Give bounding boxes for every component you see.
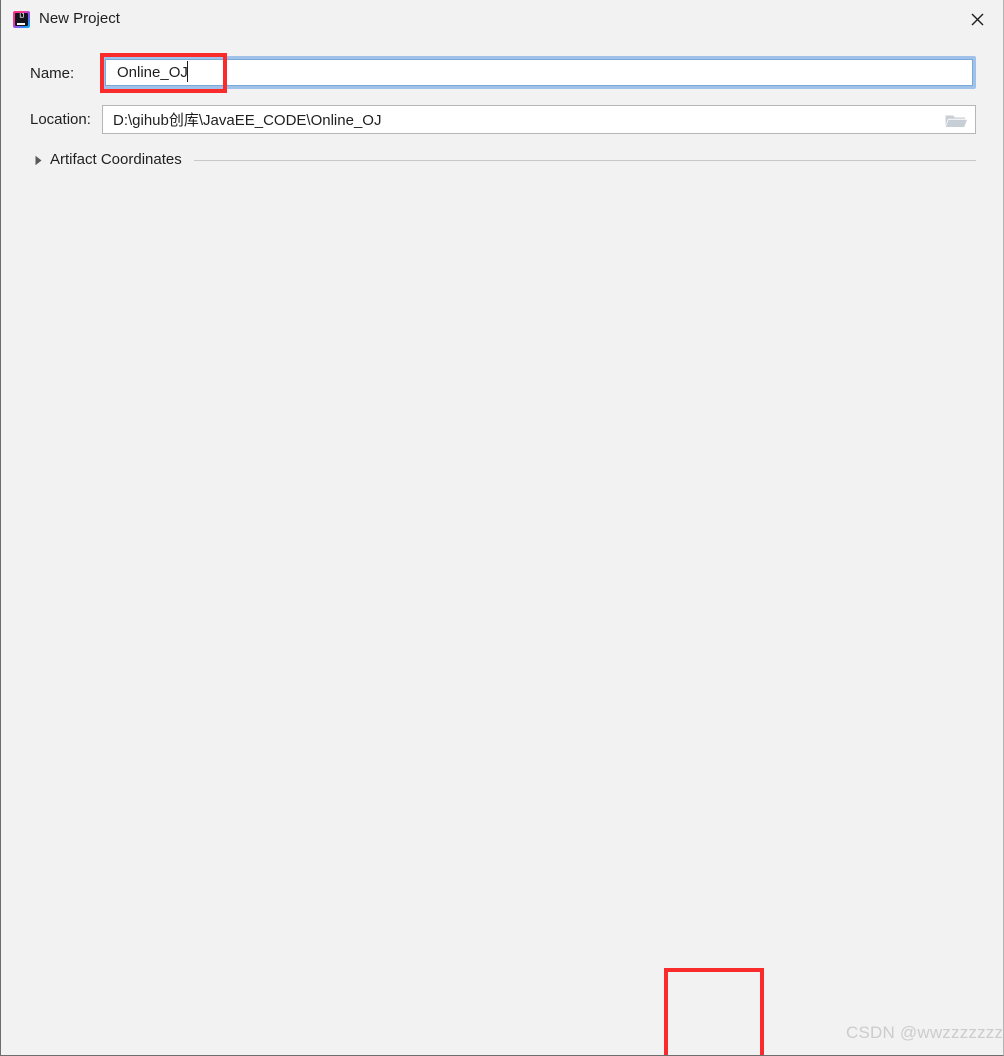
name-input-wrapper bbox=[102, 56, 976, 89]
location-input-wrapper bbox=[102, 105, 976, 134]
name-label: Name: bbox=[30, 65, 75, 82]
text-caret bbox=[187, 61, 188, 82]
location-input[interactable] bbox=[103, 106, 929, 133]
watermark: CSDN @wwzzzzzzzzz bbox=[846, 1023, 1004, 1042]
name-input[interactable] bbox=[105, 59, 973, 86]
window-title: New Project bbox=[39, 10, 120, 27]
chevron-right-icon bbox=[30, 152, 46, 168]
location-label: Location: bbox=[30, 111, 91, 128]
section-divider bbox=[193, 159, 976, 161]
artifact-coordinates-label: Artifact Coordinates bbox=[50, 151, 182, 168]
folder-icon[interactable] bbox=[943, 110, 969, 130]
artifact-coordinates-section-toggle[interactable]: Artifact Coordinates bbox=[30, 148, 976, 172]
intellij-idea-icon: IJ bbox=[13, 11, 30, 28]
new-project-dialog: IJ New Project Name: Location: bbox=[0, 0, 1004, 1056]
close-icon[interactable] bbox=[957, 6, 997, 32]
title-bar: IJ New Project bbox=[1, 0, 1003, 38]
